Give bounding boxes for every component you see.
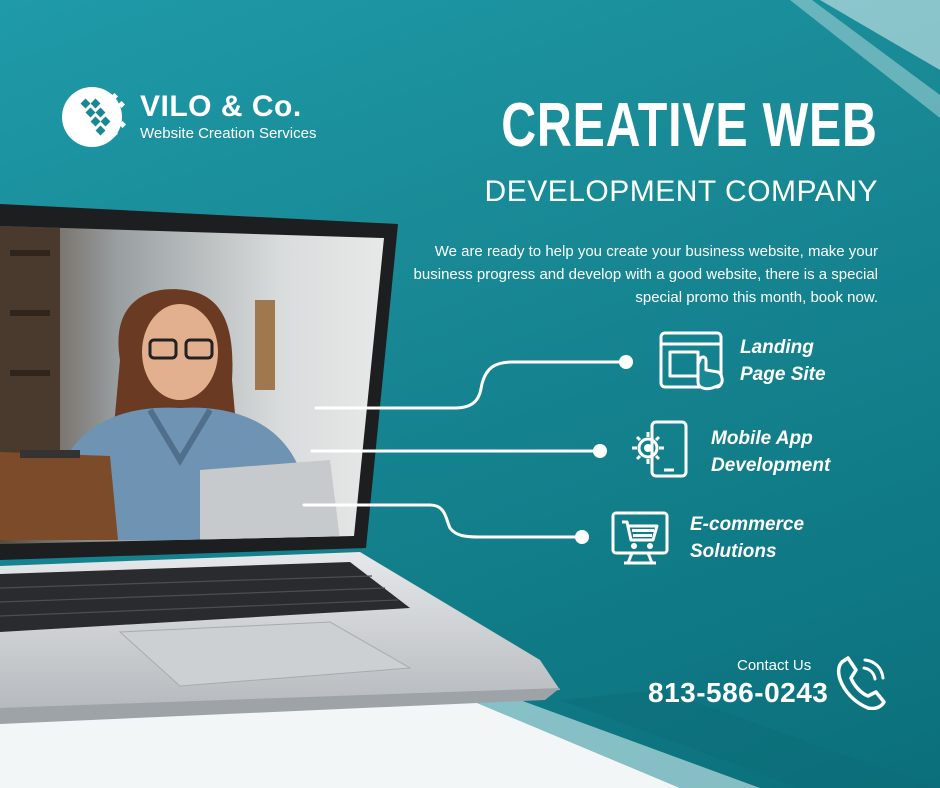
headline-main: CREATIVE WEB xyxy=(501,91,878,160)
service-landing-label: Landing Page Site xyxy=(740,337,826,385)
shopping-cart-monitor-icon xyxy=(611,511,669,565)
web-click-icon xyxy=(659,331,724,391)
headline-sub: DEVELOPMENT COMPANY xyxy=(484,175,878,208)
service-ecommerce-label: E-commerce Solutions xyxy=(690,514,805,562)
contact-label: Contact Us xyxy=(737,657,812,674)
brand-tagline: Website Creation Services xyxy=(140,125,317,142)
phone-number[interactable]: 813-586-0243 xyxy=(648,677,828,709)
mobile-gear-icon xyxy=(632,420,688,478)
brand-logo: VILO & Co. Website Creation Services xyxy=(62,84,316,150)
brand-name: VILO & Co. xyxy=(140,90,302,123)
service-mobile-label: Mobile App Development xyxy=(711,428,831,476)
grid-globe-icon xyxy=(62,87,127,147)
headline: CREATIVE WEB DEVELOPMENT COMPANY xyxy=(395,94,878,210)
description: We are ready to help you create your bus… xyxy=(413,243,878,306)
phone-ringing-icon xyxy=(836,656,886,710)
promo-canvas: VILO & Co. Website Creation Services CRE… xyxy=(0,0,940,788)
